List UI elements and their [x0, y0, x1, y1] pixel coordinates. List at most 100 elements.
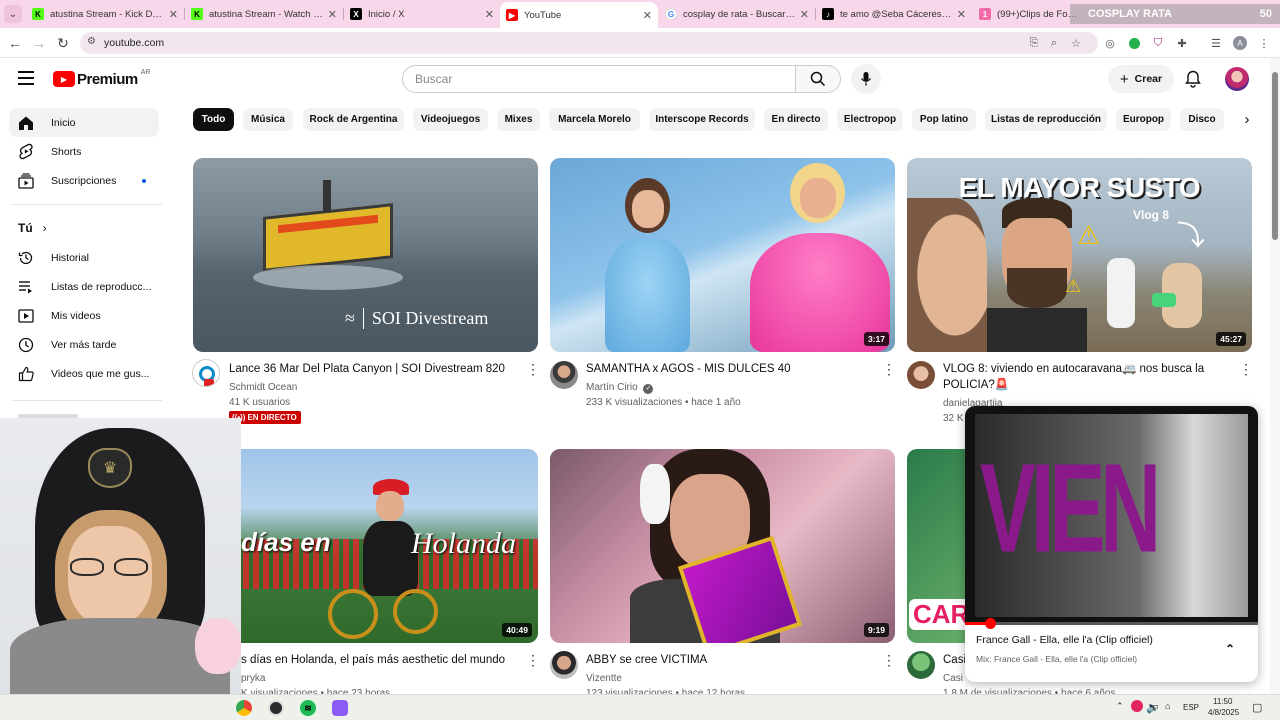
- sidebar-you-heading[interactable]: Tú ›: [18, 221, 47, 235]
- menu-icon[interactable]: ⋮: [1256, 35, 1272, 51]
- more-actions-icon[interactable]: ⋮: [882, 652, 896, 668]
- sidebar-item-ver-mas-tarde[interactable]: Ver más tarde: [9, 330, 159, 359]
- video-thumbnail[interactable]: EL MAYOR SUSTO Vlog 8 ⚠ ⚠ ⤵ 45:27: [907, 158, 1252, 352]
- tab-group-label[interactable]: COSPLAY RATA 50: [1070, 4, 1280, 24]
- channel-avatar[interactable]: [192, 359, 220, 387]
- tab-youtube[interactable]: ▶ YouTube ✕: [500, 2, 658, 28]
- volume-icon[interactable]: 🔈: [1146, 701, 1160, 714]
- sidebar-item-shorts[interactable]: Shorts: [9, 137, 159, 166]
- close-icon[interactable]: ✕: [169, 8, 178, 21]
- chip-pop-latino[interactable]: Pop latino: [912, 108, 976, 131]
- video-title[interactable]: SAMANTHA x AGOS - MIS DULCES 40: [586, 361, 876, 377]
- video-thumbnail[interactable]: días en Holanda 40:49: [193, 449, 538, 643]
- back-icon[interactable]: ←: [6, 34, 24, 52]
- reading-list-icon[interactable]: ☰: [1208, 35, 1224, 51]
- close-icon[interactable]: ✕: [800, 8, 809, 21]
- channel-avatar[interactable]: [907, 361, 935, 389]
- miniplayer-video[interactable]: VIEN: [965, 406, 1258, 629]
- video-thumbnail[interactable]: 9:19: [550, 449, 895, 643]
- wifi-icon[interactable]: ⌂: [1165, 701, 1170, 711]
- channel-name[interactable]: Martín Cirio ✓: [586, 380, 654, 395]
- tab-x[interactable]: X Inicio / X ✕: [344, 3, 500, 25]
- obs-taskbar-icon[interactable]: [268, 700, 284, 716]
- chip-todo[interactable]: Todo: [193, 108, 234, 131]
- chip-en-directo[interactable]: En directo: [764, 108, 828, 131]
- tray-overflow-icon[interactable]: ⌃: [1116, 701, 1124, 712]
- tab-fortnite-clips[interactable]: 1 (99+)Clips de Fortnite con ...: [973, 3, 1083, 25]
- close-icon[interactable]: ✕: [957, 8, 966, 21]
- more-actions-icon[interactable]: ⋮: [526, 361, 540, 377]
- video-title[interactable]: Lance 36 Mar Del Plata Canyon | SOI Dive…: [229, 361, 519, 377]
- chip-europop[interactable]: Europop: [1116, 108, 1171, 131]
- tab-kick-dashboard[interactable]: K atustina Stream - Kick Dashboard ✕: [26, 3, 184, 25]
- more-actions-icon[interactable]: ⋮: [526, 652, 540, 668]
- extension-icon[interactable]: ◎: [1102, 35, 1118, 51]
- youtube-logo[interactable]: ▶ Premium AR: [53, 69, 150, 88]
- clock-time[interactable]: 11:50: [1213, 697, 1232, 706]
- notifications-icon[interactable]: ▢: [1252, 701, 1262, 714]
- extension-shield-icon[interactable]: ⛉: [1150, 35, 1166, 51]
- extension-green-icon[interactable]: [1126, 35, 1142, 51]
- reload-icon[interactable]: ↻: [54, 34, 72, 52]
- chip-rock-argentina[interactable]: Rock de Argentina: [303, 108, 404, 131]
- chrome-taskbar-icon[interactable]: [236, 700, 252, 716]
- more-actions-icon[interactable]: ⋮: [1239, 361, 1253, 377]
- channel-avatar[interactable]: [550, 361, 578, 389]
- chip-disco[interactable]: Disco: [1180, 108, 1224, 131]
- video-thumbnail[interactable]: ≈ SOI Divestream: [193, 158, 538, 352]
- miniplayer-title[interactable]: France Gall - Ella, elle l'a (Clip offic…: [976, 634, 1153, 646]
- notifications-bell-icon[interactable]: [1185, 70, 1201, 93]
- sidebar-item-listas[interactable]: Listas de reproducc...: [9, 272, 159, 301]
- sidebar-item-mis-videos[interactable]: Mis videos: [9, 301, 159, 330]
- site-info-icon[interactable]: ⚙: [87, 36, 96, 47]
- video-title[interactable]: s días en Holanda, el país más aesthetic…: [241, 652, 526, 668]
- chip-listas-reproduccion[interactable]: Listas de reproducción: [985, 108, 1107, 131]
- record-indicator-icon[interactable]: [1131, 700, 1143, 712]
- channel-name[interactable]: pryka: [241, 671, 265, 686]
- bookmark-star-icon[interactable]: ☆: [1068, 35, 1084, 51]
- chip-marcela-morelo[interactable]: Marcela Morelo: [549, 108, 640, 131]
- channel-avatar[interactable]: [550, 651, 578, 679]
- search-input[interactable]: Buscar: [402, 65, 796, 93]
- hamburger-menu-icon[interactable]: [18, 71, 34, 85]
- tab-kick-live[interactable]: K atustina Stream - Watch Live on Kick ✕: [185, 3, 343, 25]
- tab-search-icon[interactable]: ⌄: [4, 5, 22, 23]
- language-indicator[interactable]: ESP: [1183, 703, 1199, 712]
- channel-name[interactable]: Casi: [943, 671, 963, 686]
- sidebar-item-suscripciones[interactable]: Suscripciones: [9, 166, 159, 195]
- extensions-puzzle-icon[interactable]: ✚: [1174, 35, 1190, 51]
- close-icon[interactable]: ✕: [643, 9, 652, 22]
- miniplayer[interactable]: VIEN France Gall - Ella, elle l'a (Clip …: [965, 406, 1258, 682]
- chip-videojuegos[interactable]: Videojuegos: [413, 108, 488, 131]
- close-icon[interactable]: ✕: [485, 8, 494, 21]
- chip-mixes[interactable]: Mixes: [497, 108, 540, 131]
- voice-search-button[interactable]: [851, 64, 881, 94]
- profile-avatar-icon[interactable]: A: [1232, 35, 1248, 51]
- app-taskbar-icon[interactable]: [332, 700, 348, 716]
- clock-date[interactable]: 4/8/2025: [1208, 708, 1239, 717]
- tab-google-search[interactable]: G cosplay de rata - Buscar con Google ✕: [659, 3, 815, 25]
- sidebar-item-inicio[interactable]: Inicio: [9, 108, 159, 137]
- miniplayer-progress-bar[interactable]: [965, 618, 1258, 629]
- channel-avatar[interactable]: [907, 651, 935, 679]
- forward-icon[interactable]: →: [30, 34, 48, 52]
- search-button[interactable]: [795, 65, 841, 93]
- video-title[interactable]: VLOG 8: viviendo en autocaravana🚐 nos bu…: [943, 361, 1228, 393]
- more-actions-icon[interactable]: ⋮: [882, 361, 896, 377]
- tab-tiktok[interactable]: ♪ te amo @Seba Cáceres | gol de ... ✕: [816, 3, 972, 25]
- create-button[interactable]: + Crear: [1108, 65, 1174, 93]
- channel-name[interactable]: Schmidt Ocean: [229, 380, 297, 395]
- spotify-taskbar-icon[interactable]: ≋: [300, 700, 316, 716]
- chip-musica[interactable]: Música: [243, 108, 293, 131]
- miniplayer-scrubber[interactable]: [985, 618, 996, 629]
- scrollbar-thumb[interactable]: [1272, 72, 1278, 240]
- account-avatar[interactable]: [1225, 67, 1249, 91]
- chip-electropop[interactable]: Electropop: [837, 108, 903, 131]
- channel-name[interactable]: Vizentte: [586, 671, 622, 686]
- video-title[interactable]: ABBY se cree VICTIMA: [586, 652, 876, 668]
- close-icon[interactable]: ✕: [328, 8, 337, 21]
- chip-interscope[interactable]: Interscope Records: [649, 108, 755, 131]
- miniplayer-expand-icon[interactable]: ⌃: [1225, 642, 1235, 656]
- page-scrollbar[interactable]: [1270, 58, 1280, 694]
- zoom-icon[interactable]: ⌕: [1046, 35, 1062, 51]
